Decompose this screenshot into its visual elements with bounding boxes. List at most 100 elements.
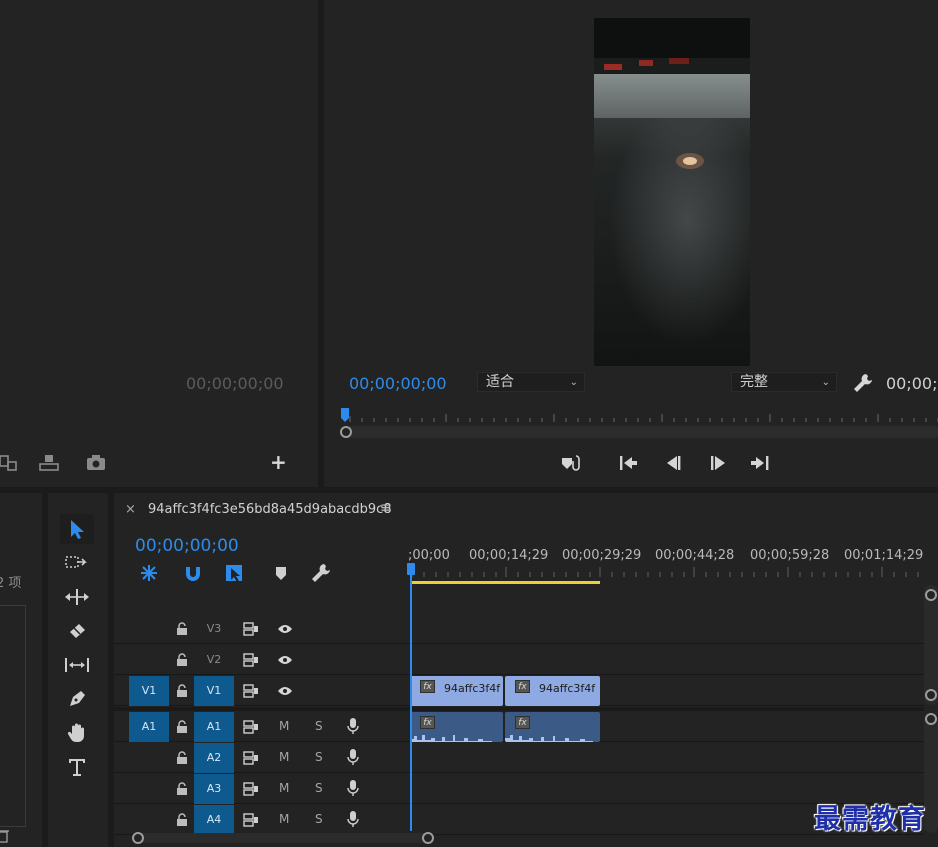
timeline-horizontal-scrollbar[interactable] [132,832,434,844]
scrollbar-handle[interactable] [925,689,937,701]
track-target-a2[interactable]: A2 [194,743,234,773]
trash-icon[interactable] [0,829,10,843]
go-to-in-icon[interactable] [616,452,640,474]
video-tracks-scrollbar[interactable] [924,585,938,705]
snap-magnet-icon[interactable] [182,563,204,583]
source-patch-a1[interactable]: A1 [129,712,169,742]
camera-icon[interactable] [86,454,106,472]
track-select-tool-icon[interactable] [60,548,94,578]
microphone-icon[interactable] [347,749,359,766]
solo-button[interactable]: S [315,781,323,795]
ripple-edit-tool-icon[interactable] [60,582,94,612]
zoom-level-select[interactable]: 适合 ⌄ [477,372,585,392]
sync-lock-icon[interactable] [243,622,259,636]
mute-button[interactable]: M [279,750,289,764]
lock-icon[interactable] [176,653,188,666]
video-clip[interactable]: fx 94affc3f4f [410,676,503,706]
hand-tool-icon[interactable] [60,718,94,748]
track-target-a4[interactable]: A4 [194,805,234,835]
audio-tracks-scrollbar[interactable] [924,713,938,833]
timeline-timecode[interactable]: 00;00;00;00 [135,536,239,556]
slip-tool-icon[interactable] [60,650,94,680]
sync-lock-icon[interactable] [243,720,259,734]
step-back-icon[interactable] [662,452,686,474]
mute-button[interactable]: M [279,719,289,733]
mute-button[interactable]: M [279,781,289,795]
track-target-a3[interactable]: A3 [194,774,234,804]
selection-tool-icon[interactable] [60,514,94,544]
scrollbar-handle[interactable] [422,832,434,844]
razor-tool-icon[interactable] [60,616,94,646]
track-target-v1[interactable]: V1 [194,676,234,706]
program-time-ruler[interactable] [340,404,938,426]
chevron-down-icon: ⌄ [569,377,578,388]
type-tool-icon[interactable] [60,752,94,782]
timeline-playhead[interactable] [410,563,412,831]
plus-icon[interactable]: + [270,452,287,472]
wrench-icon[interactable] [310,563,332,583]
overwrite-icon[interactable] [39,454,59,472]
eye-icon[interactable] [277,655,293,665]
solo-button[interactable]: S [315,719,323,733]
audio-clip[interactable]: fx [505,712,600,742]
insert-icon[interactable] [0,454,18,472]
scrollbar-handle[interactable] [340,426,352,438]
source-patch-v1[interactable]: V1 [129,676,169,706]
project-bin-area[interactable] [0,605,26,827]
source-timecode[interactable]: 00;00;00;00 [186,374,284,393]
track-row-v2: V2 [114,645,924,675]
nest-sequence-icon[interactable] [138,563,160,583]
ruler-label: 00;00;59;28 [750,548,830,563]
work-area-bar[interactable] [410,581,600,584]
program-zoom-scrollbar[interactable] [340,426,938,438]
sync-lock-icon[interactable] [243,684,259,698]
scrollbar-handle[interactable] [925,713,937,725]
timeline-time-ruler[interactable] [410,565,930,577]
go-to-out-icon[interactable] [748,452,772,474]
microphone-icon[interactable] [347,718,359,735]
scrollbar-handle[interactable] [925,589,937,601]
track-target-v2[interactable]: V2 [194,645,234,675]
mute-button[interactable]: M [279,812,289,826]
microphone-icon[interactable] [347,780,359,797]
microphone-icon[interactable] [347,811,359,828]
solo-button[interactable]: S [315,812,323,826]
lock-icon[interactable] [176,720,188,733]
add-marker-icon[interactable] [560,452,584,474]
eye-icon[interactable] [277,686,293,696]
eye-icon[interactable] [277,624,293,634]
lock-icon[interactable] [176,813,188,826]
video-audio-divider[interactable] [114,707,924,711]
lock-icon[interactable] [176,782,188,795]
solo-button[interactable]: S [315,750,323,764]
track-row-a3: A3 M S [114,774,924,804]
lock-icon[interactable] [176,622,188,635]
step-forward-icon[interactable] [706,452,730,474]
wrench-icon[interactable] [852,372,874,394]
close-icon[interactable]: × [125,502,136,517]
sync-lock-icon[interactable] [243,653,259,667]
audio-waveform [410,735,492,742]
lock-icon[interactable] [176,751,188,764]
program-monitor-panel: 00;00;00;00 适合 ⌄ 完整 ⌄ 00;00; [324,0,938,487]
playback-resolution-select[interactable]: 完整 ⌄ [731,372,837,392]
panel-menu-icon[interactable]: ≡ [380,500,392,516]
sequence-tab-title[interactable]: 94affc3f4fc3e56bd8a45d9abacdb9c8 [148,502,392,517]
track-target-a1[interactable]: A1 [194,712,234,742]
playhead-handle[interactable] [407,563,415,575]
program-duration-timecode: 00;00; [886,374,938,393]
program-timecode[interactable]: 00;00;00;00 [349,374,447,393]
scrollbar-handle[interactable] [132,832,144,844]
pen-tool-icon[interactable] [60,684,94,714]
watermark-logo: 最需教育 [814,804,926,835]
sync-lock-icon[interactable] [243,813,259,827]
sync-lock-icon[interactable] [243,751,259,765]
audio-clip[interactable]: fx [410,712,503,742]
linked-selection-icon[interactable] [224,563,246,583]
sync-lock-icon[interactable] [243,782,259,796]
add-marker-icon[interactable] [270,563,292,583]
lock-icon[interactable] [176,684,188,697]
video-clip[interactable]: fx 94affc3f4f [505,676,600,706]
track-target-v3[interactable]: V3 [194,614,234,644]
track-row-a2: A2 M S [114,743,924,773]
